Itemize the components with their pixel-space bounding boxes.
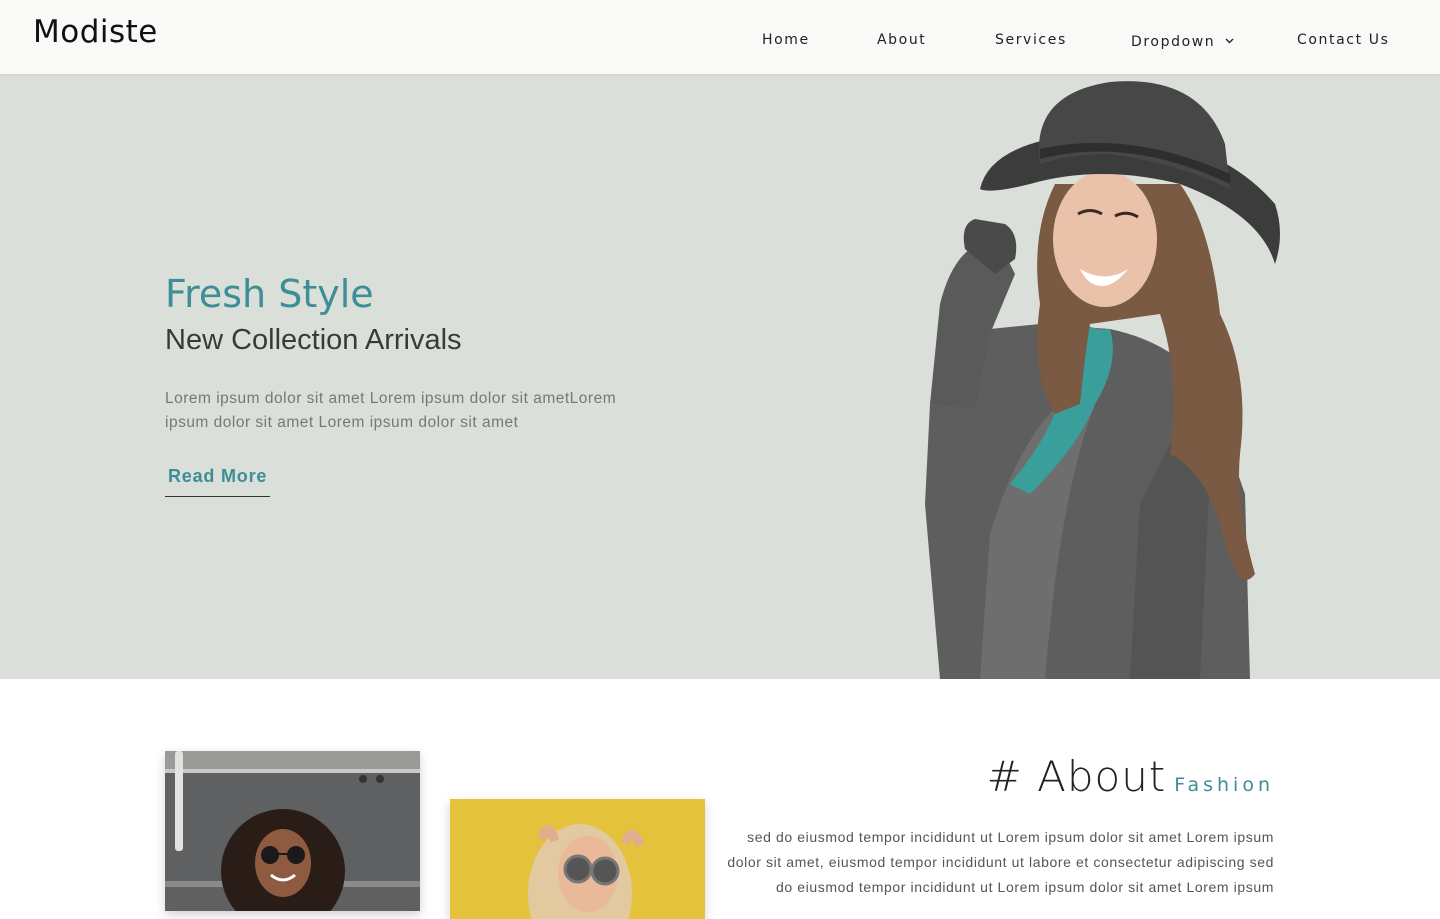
hero-subtitle: New Collection Arrivals xyxy=(165,324,462,356)
nav-item-label: Home xyxy=(762,32,810,48)
site-header: Modiste Home About Services Dropdown Con… xyxy=(0,0,1440,74)
nav-item-contact[interactable]: Contact Us xyxy=(1297,32,1389,48)
about-photo-curly-hair xyxy=(165,751,420,911)
about-heading-main: # About xyxy=(986,752,1167,801)
nav-item-dropdown[interactable]: Dropdown xyxy=(1131,32,1234,50)
nav-item-home[interactable]: Home xyxy=(762,32,810,48)
nav-item-label: Dropdown xyxy=(1131,34,1216,50)
nav-item-about[interactable]: About xyxy=(877,32,926,48)
about-heading-accent: Fashion xyxy=(1174,774,1274,796)
hero-model-image xyxy=(880,74,1310,679)
nav-item-label: Contact Us xyxy=(1297,32,1390,48)
hero-description: Lorem ipsum dolor sit amet Lorem ipsum d… xyxy=(165,390,617,431)
about-photo-sunglasses xyxy=(450,799,705,919)
about-heading: # About Fashion xyxy=(987,752,1274,801)
nav-item-label: About xyxy=(877,32,927,48)
nav-item-services[interactable]: Services xyxy=(995,32,1067,48)
hero-title: Fresh Style xyxy=(165,272,374,316)
hero-section: Fresh Style New Collection Arrivals Lore… xyxy=(0,74,1440,679)
read-more-button[interactable]: Read More xyxy=(165,466,271,497)
main-nav: Home About Services Dropdown Contact Us xyxy=(0,32,1440,52)
about-paragraph: sed do eiusmod tempor incididunt ut Lore… xyxy=(727,829,1274,895)
chevron-down-icon xyxy=(1225,32,1234,48)
nav-item-label: Services xyxy=(995,32,1067,48)
